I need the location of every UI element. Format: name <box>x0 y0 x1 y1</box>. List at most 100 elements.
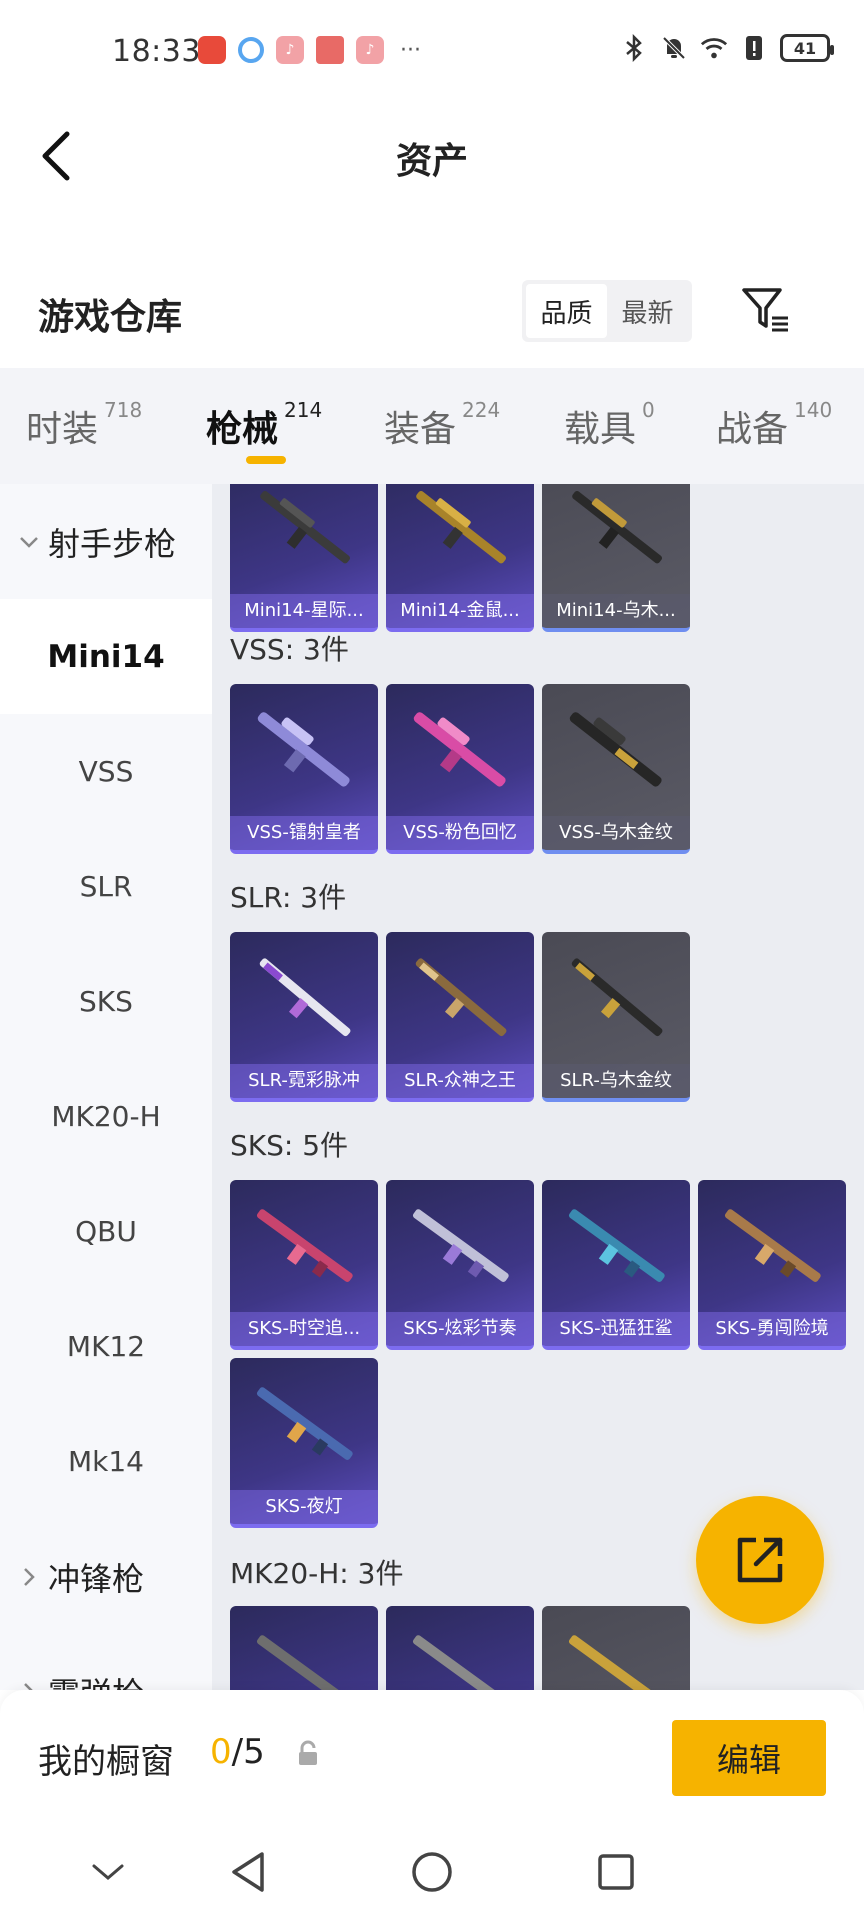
sidebar-item-mk20h[interactable]: MK20-H <box>0 1059 212 1174</box>
weapon-card[interactable]: Mini14-星际... <box>230 484 378 632</box>
sidebar-group-label: 霰弹枪 <box>48 1669 144 1691</box>
share-icon <box>737 1537 783 1583</box>
weapon-card-label: SKS-勇闯险境 <box>698 1312 846 1346</box>
rifle-image <box>571 958 663 1037</box>
sidebar: 射手步枪 Mini14 VSS SLR SKS MK20-H QBU MK12 … <box>0 484 212 1690</box>
tab-label: 时装 <box>26 409 99 450</box>
status-time: 18:33 <box>112 34 201 69</box>
rifle-image <box>415 958 507 1037</box>
tiktok-app-icon: ♪ <box>276 36 304 64</box>
weapon-card-label: SKS-迅猛狂鲨 <box>542 1312 690 1346</box>
tab-outfits[interactable]: 时装 718 <box>26 398 142 452</box>
rifle-image <box>569 712 662 787</box>
chevron-down-icon <box>92 1864 124 1880</box>
sidebar-item-vss[interactable]: VSS <box>0 714 212 829</box>
showcase-count: 0/5 <box>210 1732 265 1772</box>
status-bar: 18:33 ♪ ♪ ··· 41 <box>0 0 864 104</box>
battery-indicator: 41 <box>780 34 834 62</box>
tab-equipment[interactable]: 装备 224 <box>384 398 500 452</box>
category-tabs: 时装 718 枪械 214 装备 224 载具 0 战备 140 <box>0 368 864 484</box>
weapon-card[interactable]: SKS-夜灯 <box>230 1358 378 1528</box>
filter-icon <box>742 288 788 332</box>
share-fab-button[interactable] <box>696 1496 824 1624</box>
notification-icons: ♪ ♪ ··· <box>198 36 421 64</box>
tab-label: 装备 <box>384 409 457 450</box>
rifle-image <box>568 1209 665 1282</box>
nav-home-button[interactable] <box>404 1844 460 1900</box>
rifle-image <box>256 1635 353 1690</box>
weapon-card[interactable]: Mini14-金鼠... <box>386 484 534 632</box>
tab-vehicles[interactable]: 载具 0 <box>564 398 655 452</box>
sidebar-item-slr[interactable]: SLR <box>0 829 212 944</box>
weapon-card[interactable]: VSS-粉色回忆 <box>386 684 534 854</box>
sidebar-item-mk14[interactable]: Mk14 <box>0 1404 212 1519</box>
sort-quality-option[interactable]: 品质 <box>526 284 607 338</box>
sidebar-group-shotgun[interactable]: 霰弹枪 <box>0 1634 212 1690</box>
warehouse-header: 游戏仓库 品质 最新 <box>0 270 864 360</box>
sidebar-item-qbu[interactable]: QBU <box>0 1174 212 1289</box>
section-header-sks: SKS: 5件 <box>230 1129 349 1162</box>
weapon-card[interactable]: SKS-时空追... <box>230 1180 378 1350</box>
nav-collapse-button[interactable] <box>80 1844 136 1900</box>
tab-label: 载具 <box>564 409 637 450</box>
warehouse-title: 游戏仓库 <box>38 297 183 338</box>
sort-toggle: 品质 最新 <box>522 280 692 342</box>
weapon-card[interactable]: SLR-众神之王 <box>386 932 534 1102</box>
tab-supplies[interactable]: 战备 140 <box>716 398 832 452</box>
shopping-app-icon <box>316 36 344 64</box>
home-circle-icon <box>412 1852 452 1892</box>
chevron-right-icon <box>24 1567 35 1586</box>
showcase-total: /5 <box>231 1732 265 1772</box>
weapon-card[interactable] <box>386 1606 534 1690</box>
app-header: 资产 <box>0 104 864 208</box>
system-icons: 41 <box>620 34 834 62</box>
weapon-card[interactable]: SLR-乌木金纹 <box>542 932 690 1102</box>
weapon-card-label: SKS-炫彩节奏 <box>386 1312 534 1346</box>
nav-recents-button[interactable] <box>588 1844 644 1900</box>
sidebar-item-mk12[interactable]: MK12 <box>0 1289 212 1404</box>
sidebar-item-mini14[interactable]: Mini14 <box>0 599 212 714</box>
weapon-card[interactable]: VSS-乌木金纹 <box>542 684 690 854</box>
weapon-card[interactable]: Mini14-乌木... <box>542 484 690 632</box>
weapon-card-label: VSS-粉色回忆 <box>386 816 534 850</box>
chevron-right-icon <box>24 1682 34 1690</box>
weapon-card-label: VSS-镭射皇者 <box>230 816 378 850</box>
bluetooth-icon <box>620 34 648 62</box>
section-header-mk20h: MK20-H: 3件 <box>230 1557 404 1590</box>
sidebar-item-sks[interactable]: SKS <box>0 944 212 1059</box>
sidebar-group-label: 冲锋枪 <box>48 1559 145 1598</box>
weapon-card[interactable]: VSS-镭射皇者 <box>230 684 378 854</box>
weapon-card[interactable]: SLR-霓彩脉冲 <box>230 932 378 1102</box>
weapon-card-label: SKS-夜灯 <box>230 1490 378 1524</box>
weapon-card-label: Mini14-乌木... <box>542 594 690 628</box>
alert-icon <box>740 34 768 62</box>
rifle-image <box>572 491 662 564</box>
section-header-slr: SLR: 3件 <box>230 881 347 914</box>
sidebar-group-label: 射手步枪 <box>48 524 177 563</box>
active-tab-indicator <box>246 456 286 464</box>
weapon-card[interactable] <box>230 1606 378 1690</box>
huawei-app-icon <box>198 36 226 64</box>
edit-button[interactable]: 编辑 <box>672 1720 826 1796</box>
weapon-card[interactable]: SKS-炫彩节奏 <box>386 1180 534 1350</box>
rifle-image <box>260 491 350 564</box>
tiktok-app-icon-2: ♪ <box>356 36 384 64</box>
filter-button[interactable] <box>738 282 792 336</box>
more-notifications-icon: ··· <box>400 37 421 63</box>
tab-firearms[interactable]: 枪械 214 <box>206 398 322 452</box>
weapon-card[interactable]: SKS-勇闯险境 <box>698 1180 846 1350</box>
rifle-image <box>257 712 350 787</box>
weapon-card[interactable]: SKS-迅猛狂鲨 <box>542 1180 690 1350</box>
showcase-title: 我的橱窗 <box>38 1742 174 1782</box>
showcase-current: 0 <box>210 1732 232 1772</box>
nav-back-button[interactable] <box>220 1844 276 1900</box>
weapon-card[interactable] <box>542 1606 690 1690</box>
weapon-card-label: Mini14-金鼠... <box>386 594 534 628</box>
sidebar-group-marksman[interactable]: 射手步枪 <box>0 484 212 599</box>
sidebar-group-smg[interactable]: 冲锋枪 <box>0 1519 212 1634</box>
rifle-image <box>412 1209 509 1282</box>
weapon-card-label: Mini14-星际... <box>230 594 378 628</box>
back-triangle-icon <box>232 1852 264 1892</box>
sort-newest-option[interactable]: 最新 <box>607 284 688 338</box>
weapon-card-label: SLR-乌木金纹 <box>542 1064 690 1098</box>
